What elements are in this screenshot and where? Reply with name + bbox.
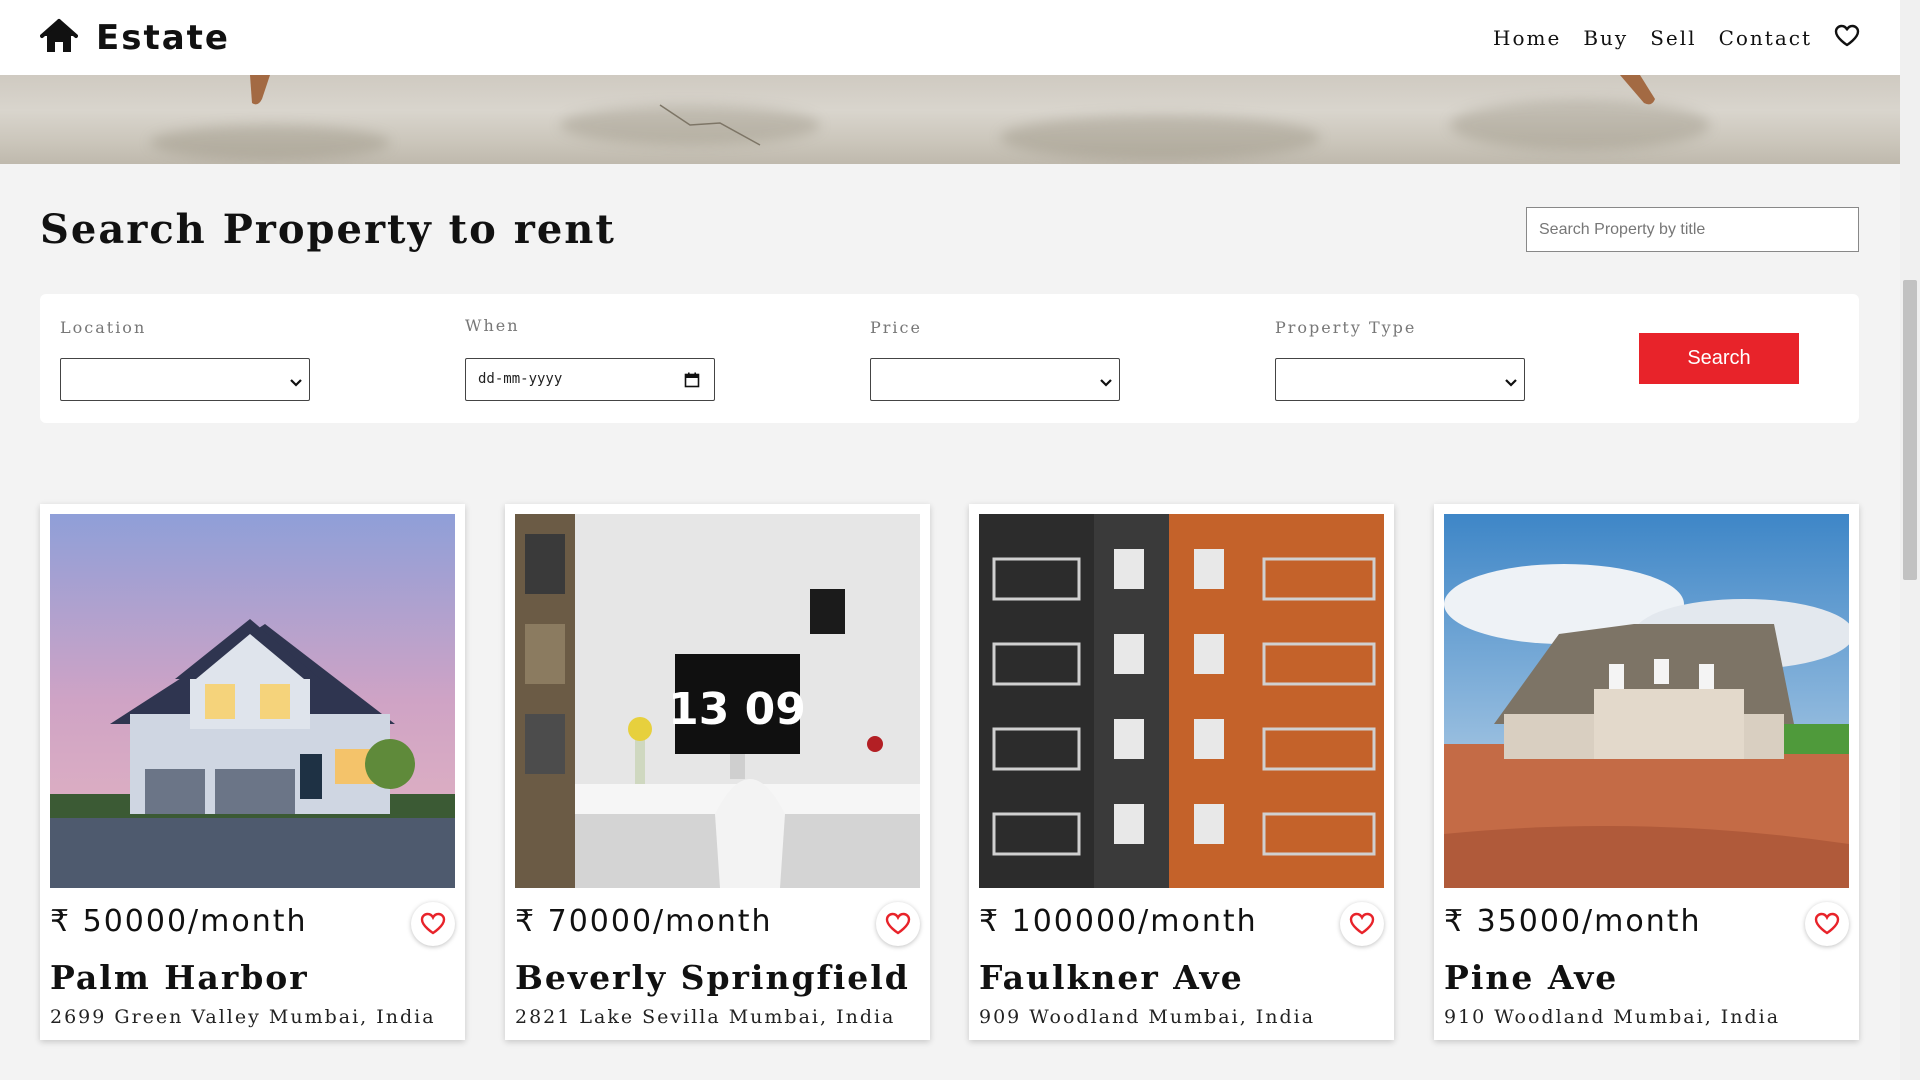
date-value: dd-mm-yyyy [478, 371, 563, 387]
chevron-down-icon [1099, 374, 1113, 393]
card-price: ₹ 70000/month [515, 904, 773, 939]
brand[interactable]: Estate [40, 18, 230, 58]
property-card[interactable]: 13 09 ₹ 70000/month Beverly Springfield … [505, 504, 930, 1040]
chevron-down-icon [289, 374, 303, 393]
favorites-heart-icon[interactable] [1834, 24, 1860, 52]
search-button[interactable]: Search [1639, 333, 1799, 384]
property-image-house [50, 514, 455, 888]
brand-name: Estate [96, 17, 230, 58]
card-address: 2821 Lake Sevilla Mumbai, India [515, 1006, 896, 1028]
heart-icon[interactable] [1805, 902, 1849, 946]
scrollbar-thumb[interactable] [1903, 280, 1917, 580]
property-card[interactable]: ₹ 100000/month Faulkner Ave 909 Woodland… [969, 504, 1394, 1040]
card-address: 909 Woodland Mumbai, India [979, 1006, 1316, 1028]
date-input[interactable]: dd-mm-yyyy [465, 358, 715, 401]
property-image-workspace: 13 09 [515, 514, 920, 888]
nav-link-sell[interactable]: Sell [1650, 26, 1696, 50]
location-label: Location [60, 318, 147, 337]
location-select[interactable] [60, 358, 310, 401]
property-type-select[interactable] [1275, 358, 1525, 401]
card-price: ₹ 50000/month [50, 904, 308, 939]
when-label: When [465, 316, 520, 335]
title-search-input[interactable] [1526, 207, 1859, 252]
card-title[interactable]: Pine Ave [1444, 958, 1618, 997]
price-select[interactable] [870, 358, 1120, 401]
card-title[interactable]: Beverly Springfield [515, 958, 910, 997]
calendar-icon[interactable] [684, 372, 700, 392]
card-address: 910 Woodland Mumbai, India [1444, 1006, 1781, 1028]
card-price: ₹ 100000/month [979, 904, 1258, 939]
hero-image [0, 75, 1900, 164]
card-address: 2699 Green Valley Mumbai, India [50, 1006, 436, 1028]
nav-link-contact[interactable]: Contact [1719, 26, 1812, 50]
home-icon [40, 18, 78, 58]
heart-icon[interactable] [876, 902, 920, 946]
card-title[interactable]: Faulkner Ave [979, 958, 1244, 997]
navbar: Estate Home Buy Sell Contact [0, 0, 1900, 75]
property-image-country-house [1444, 514, 1849, 888]
card-title[interactable]: Palm Harbor [50, 958, 309, 997]
filter-panel: Location When dd-mm-yyyy Price Property … [40, 294, 1859, 423]
nav-links: Home Buy Sell Contact [1493, 24, 1860, 52]
heart-icon[interactable] [411, 902, 455, 946]
property-card[interactable]: ₹ 35000/month Pine Ave 910 Woodland Mumb… [1434, 504, 1859, 1040]
scrollbar[interactable] [1900, 0, 1920, 1080]
property-card[interactable]: ₹ 50000/month Palm Harbor 2699 Green Val… [40, 504, 465, 1040]
price-label: Price [870, 318, 922, 337]
monitor-clock-text: 13 09 [668, 684, 806, 735]
page-title: Search Property to rent [40, 206, 616, 253]
heart-icon[interactable] [1340, 902, 1384, 946]
nav-link-buy[interactable]: Buy [1583, 26, 1628, 50]
property-type-label: Property Type [1275, 318, 1417, 337]
card-price: ₹ 35000/month [1444, 904, 1702, 939]
property-image-apartments [979, 514, 1384, 888]
nav-link-home[interactable]: Home [1493, 26, 1561, 50]
chevron-down-icon [1504, 374, 1518, 393]
